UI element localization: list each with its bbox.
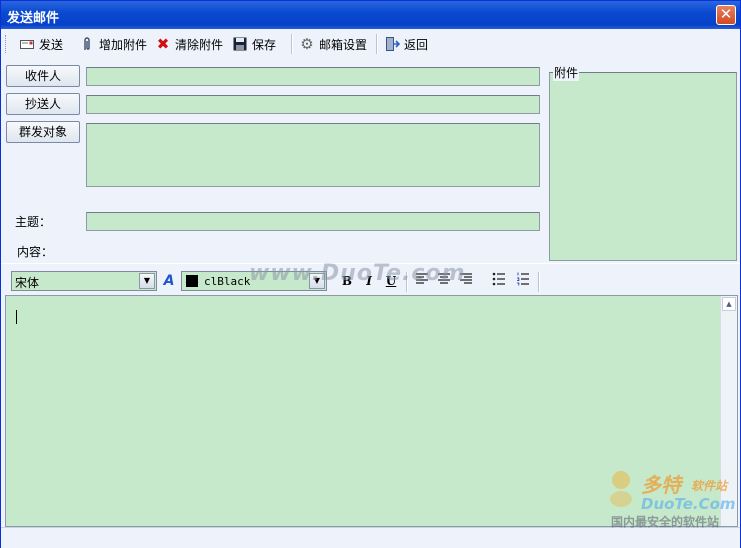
send-label: 发送 xyxy=(39,37,64,52)
toolbar-separator xyxy=(406,272,408,292)
numbered-list-icon[interactable] xyxy=(514,272,532,290)
back-label: 返回 xyxy=(404,37,429,52)
mail-settings-button[interactable]: ⚙ 邮箱设置 xyxy=(299,34,367,54)
close-icon: ✕ xyxy=(719,5,733,23)
font-size-icon[interactable]: A xyxy=(160,272,178,290)
cc-button[interactable]: 抄送人 xyxy=(6,93,80,115)
red-x-icon: ✖ xyxy=(156,35,170,53)
group-recipients-button[interactable]: 群发对象 xyxy=(6,121,80,143)
close-button[interactable]: ✕ xyxy=(716,5,736,25)
paperclip-icon xyxy=(79,36,95,52)
save-label: 保存 xyxy=(252,37,277,52)
group-recipients-field[interactable] xyxy=(86,123,540,187)
main-toolbar: 发送 增加附件 ✖ 清除附件 保存 ⚙ 邮箱设置 返回 xyxy=(1,29,740,59)
text-caret xyxy=(16,310,17,324)
toolbar-grip xyxy=(5,35,9,53)
floppy-disk-icon xyxy=(232,36,248,52)
send-mail-window: 发送邮件 ✕ 发送 增加附件 ✖ 清除附件 保存 ⚙ 邮箱设置 返回 收件人 抄… xyxy=(0,0,741,548)
toolbar-separator xyxy=(291,34,293,54)
status-bar xyxy=(1,527,740,548)
bullet-list-icon[interactable] xyxy=(490,272,508,290)
window-title: 发送邮件 xyxy=(7,11,60,26)
underline-button[interactable]: U xyxy=(382,272,400,290)
bold-button[interactable]: B xyxy=(338,272,356,290)
to-button[interactable]: 收件人 xyxy=(6,65,80,87)
save-button[interactable]: 保存 xyxy=(232,34,276,54)
subject-label: 主题： xyxy=(15,215,52,229)
send-button[interactable]: 发送 xyxy=(19,34,63,54)
send-mail-icon xyxy=(19,36,35,52)
color-value: clBlack xyxy=(204,275,251,288)
client-area: 发送 增加附件 ✖ 清除附件 保存 ⚙ 邮箱设置 返回 收件人 抄送人 群发对象… xyxy=(1,29,740,548)
add-attachment-label: 增加附件 xyxy=(99,37,148,52)
to-field[interactable] xyxy=(86,67,540,86)
subject-field[interactable] xyxy=(86,212,540,231)
align-right-icon[interactable] xyxy=(457,272,475,290)
format-toolbar: 宋体 ▼ A clBlack ▼ B I U xyxy=(1,263,740,296)
clear-attachments-button[interactable]: ✖ 清除附件 xyxy=(155,34,223,54)
color-swatch xyxy=(186,275,198,287)
back-button[interactable]: 返回 xyxy=(384,34,428,54)
gear-icon: ⚙ xyxy=(300,35,314,53)
title-bar: 发送邮件 ✕ xyxy=(1,1,740,29)
italic-button[interactable]: I xyxy=(360,272,378,290)
font-dropdown[interactable]: 宋体 ▼ xyxy=(11,271,157,291)
chevron-down-icon[interactable]: ▼ xyxy=(309,273,325,289)
clear-attachments-label: 清除附件 xyxy=(175,37,224,52)
font-value: 宋体 xyxy=(15,276,40,290)
chevron-down-icon[interactable]: ▼ xyxy=(139,273,155,289)
attachments-group: 附件 xyxy=(547,64,739,264)
cc-field[interactable] xyxy=(86,95,540,114)
color-dropdown[interactable]: clBlack ▼ xyxy=(181,271,327,291)
attachments-legend: 附件 xyxy=(553,64,580,81)
attachments-list[interactable] xyxy=(549,72,737,261)
align-left-icon[interactable] xyxy=(413,272,431,290)
editor-scrollbar[interactable]: ▲ xyxy=(720,296,737,526)
message-body-editor[interactable]: ▲ xyxy=(5,295,738,527)
exit-door-icon xyxy=(384,36,401,52)
align-center-icon[interactable] xyxy=(435,272,453,290)
scroll-up-icon[interactable]: ▲ xyxy=(722,297,736,311)
content-label: 内容： xyxy=(17,245,54,259)
add-attachment-button[interactable]: 增加附件 xyxy=(79,34,147,54)
toolbar-separator xyxy=(376,34,378,54)
mail-settings-label: 邮箱设置 xyxy=(319,37,368,52)
toolbar-separator xyxy=(538,272,540,292)
